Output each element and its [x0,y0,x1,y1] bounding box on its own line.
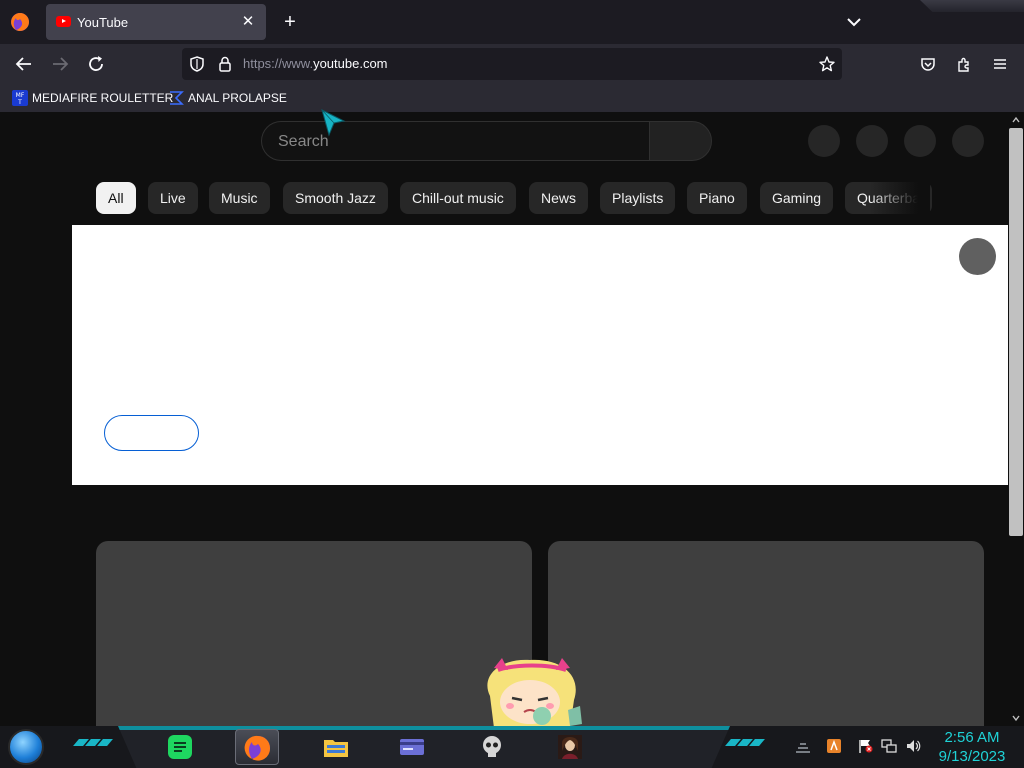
chip-news[interactable]: News [529,182,589,214]
flag-icon[interactable] [857,738,873,754]
chip-gaming[interactable]: Gaming [760,182,834,214]
chip-chill-out-music[interactable]: Chill-out music [400,182,516,214]
window-ornament [920,0,1024,12]
bookmark-anal-prolapse[interactable]: ANAL PROLAPSE [168,89,287,107]
card-icon [400,739,424,755]
firefox-icon [244,735,271,761]
taskbar-app-portrait[interactable] [548,729,592,765]
chevron-down-icon[interactable] [842,10,866,34]
taskbar-app-skull[interactable] [470,729,514,765]
svg-text:MF: MF [16,92,25,99]
firefox-icon[interactable] [10,12,30,32]
bookmark-star-icon[interactable] [818,55,836,73]
page-scrollbar[interactable] [1008,112,1024,726]
system-clock[interactable]: 2:56 AM 9/13/2023 [930,728,1014,766]
skull-icon [483,736,501,757]
banner-dismiss-button[interactable] [959,238,996,275]
url-domain: youtube.com [313,56,388,71]
taskbar: 2:56 AM 9/13/2023 [0,726,1024,768]
lock-icon[interactable] [216,55,234,73]
scroll-down-arrow-icon[interactable] [1012,714,1020,722]
network-icon[interactable] [795,738,811,754]
chip-music[interactable]: Music [209,182,270,214]
monitor-icon[interactable] [881,738,897,754]
sigma-icon [170,91,184,105]
chip-piano[interactable]: Piano [687,182,747,214]
clock-date: 9/13/2023 [938,748,1006,765]
youtube-page: All Live Music Smooth Jazz Chill-out mus… [0,112,1008,726]
new-tab-button[interactable]: + [278,10,302,34]
chip-live[interactable]: Live [148,182,198,214]
cartoon-character-sticker [487,658,582,728]
bookmark-label: ANAL PROLAPSE [188,91,287,105]
svg-text:T: T [17,99,22,106]
volume-icon[interactable] [905,738,921,754]
tab-bar: YouTube ✕ + [0,0,1024,44]
bookmark-mediafire[interactable]: MF T MEDIAFIRE ROULETTER [12,89,173,107]
chip-smooth-jazz[interactable]: Smooth Jazz [283,182,388,214]
taskbar-app-file-explorer[interactable] [314,729,358,765]
back-arrow-icon[interactable] [12,52,36,76]
url-prefix: https://www. [243,56,314,71]
clock-time: 2:56 AM [944,729,1000,746]
avatar-placeholder[interactable] [952,125,984,157]
tab-youtube[interactable]: YouTube ✕ [46,4,266,40]
taskbar-app-notes[interactable] [158,729,202,765]
promo-banner [72,225,1008,485]
chip-playlists[interactable]: Playlists [600,182,676,214]
folder-icon [324,740,348,757]
youtube-icon [56,16,71,27]
search-button[interactable] [649,121,712,161]
taskbar-decoration [73,739,113,747]
chip-all[interactable]: All [96,182,136,214]
close-tab-icon[interactable]: ✕ [238,12,258,32]
header-icon-placeholder[interactable] [808,125,840,157]
nav-toolbar: https://www.youtube.com [0,44,1024,84]
taskbar-decoration [725,739,765,747]
taskbar-app-card[interactable] [390,729,434,765]
header-icon-placeholder[interactable] [856,125,888,157]
bookmark-label: MEDIAFIRE ROULETTER [32,91,174,105]
banner-action-button[interactable] [104,415,199,451]
tracking-shield-icon[interactable] [188,55,206,73]
forward-arrow-icon[interactable] [48,52,72,76]
address-bar[interactable]: https://www.youtube.com [182,48,842,80]
chip-overflow-fade [870,180,930,216]
bookmarks-toolbar: MF T MEDIAFIRE ROULETTER ANAL PROLAPSE [0,84,1024,112]
scroll-up-arrow-icon[interactable] [1012,116,1020,124]
portrait-icon [558,735,582,759]
extensions-icon[interactable] [955,55,973,73]
mediafire-icon: MF T [12,90,28,106]
menu-icon[interactable] [991,55,1009,73]
scrollbar-thumb[interactable] [1009,128,1023,536]
reload-icon[interactable] [84,52,108,76]
start-button[interactable] [8,729,44,765]
screen: { "browser": { "tab": { "title": "YouTub… [0,0,1024,768]
mouse-cursor-icon [321,109,346,137]
video-thumbnail-placeholder[interactable] [548,541,984,726]
header-icon-placeholder[interactable] [904,125,936,157]
app-tray-icon[interactable] [826,738,842,754]
video-thumbnail-placeholder[interactable] [96,541,532,726]
notes-icon [168,735,192,759]
pocket-icon[interactable] [919,55,937,73]
url-text: https://www.youtube.com [243,56,388,71]
taskbar-app-firefox[interactable] [235,729,279,765]
tab-title: YouTube [77,15,129,30]
